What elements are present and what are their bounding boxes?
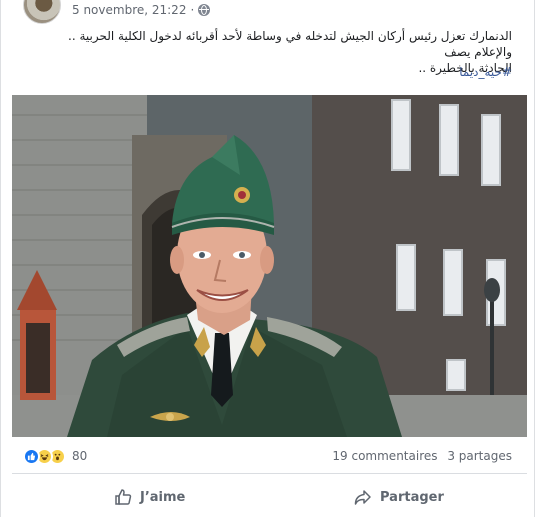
photo-illustration	[12, 95, 527, 437]
shares-count[interactable]: 3 partages	[447, 449, 512, 463]
comments-count[interactable]: 19 commentaires	[332, 449, 437, 463]
post-text-line: الحادثة بالخطيرة ..	[418, 61, 512, 75]
like-button[interactable]: J’aime	[114, 485, 185, 509]
share-arrow-icon	[354, 488, 372, 506]
like-icon	[23, 447, 40, 465]
thumbs-up-icon	[114, 488, 132, 506]
globe-icon[interactable]	[198, 4, 211, 16]
reaction-count[interactable]: 80	[72, 449, 87, 463]
facebook-post: 5 novembre, 21:22 · الدنمارك تعزل رئيس أ…	[0, 0, 535, 517]
post-header: 5 novembre, 21:22 ·	[1, 0, 535, 26]
divider	[12, 473, 527, 474]
like-label: J’aime	[140, 489, 186, 505]
meta-separator: ·	[190, 3, 195, 17]
share-label: Partager	[380, 489, 444, 505]
post-photo[interactable]	[12, 95, 527, 437]
post-meta: 5 novembre, 21:22 ·	[72, 3, 211, 17]
engagement-counts: 19 commentaires 3 partages	[332, 449, 512, 463]
post-timestamp[interactable]: 5 novembre, 21:22	[72, 3, 186, 17]
share-button[interactable]: Partager	[354, 485, 444, 509]
post-text: الدنمارك تعزل رئيس أركان الجيش لتدخله في…	[27, 28, 512, 76]
author-avatar[interactable]	[23, 0, 61, 24]
reaction-summary[interactable]: 80	[23, 446, 87, 466]
post-text-line: الدنمارك تعزل رئيس أركان الجيش لتدخله في…	[68, 29, 512, 59]
post-hashtag[interactable]: #حيه_ديما	[459, 65, 512, 79]
